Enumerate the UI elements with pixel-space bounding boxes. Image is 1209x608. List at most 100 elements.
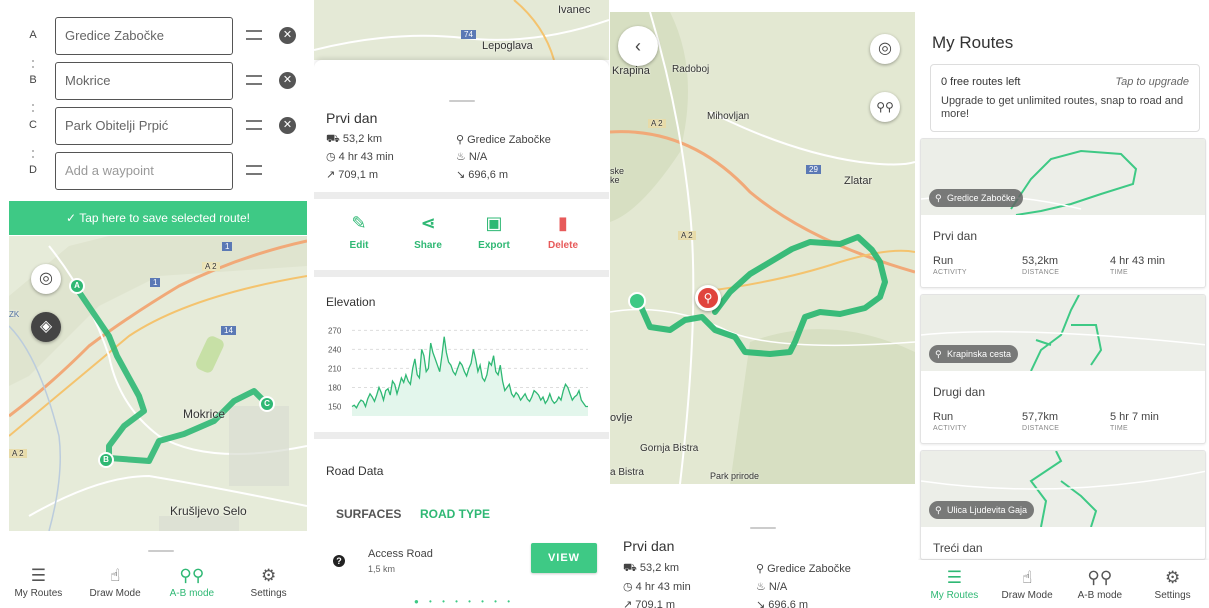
drag-handle-icon[interactable] <box>246 30 262 40</box>
page-indicator: ● • • • • • • • <box>414 597 514 606</box>
elevation-chart: 150 180 210 240 270 <box>328 326 588 416</box>
stat-descent: ↘ 696,6 m <box>756 598 808 608</box>
sheet-handle[interactable] <box>449 100 475 102</box>
nav-settings[interactable]: ⚙ Settings <box>230 558 307 608</box>
remove-waypoint-icon[interactable]: ✕ <box>279 72 296 89</box>
flame-icon: ♨ <box>756 581 769 593</box>
ab-route-icon: ⚲⚲ <box>179 566 205 585</box>
stat-calories-value: N/A <box>768 581 788 593</box>
waypoint-row-b: B Mokrice ✕ <box>0 62 307 102</box>
tab-surfaces[interactable]: SURFACES <box>336 507 401 521</box>
stat-calories: ♨ N/A <box>456 150 487 163</box>
drag-handle-icon[interactable] <box>246 75 262 85</box>
stat-start: ⚲ Gredice Zabočke <box>456 133 551 146</box>
route-title: Prvi dan <box>623 538 675 554</box>
drag-handle-icon[interactable] <box>246 120 262 130</box>
route-points-icon[interactable]: ⚲⚲ <box>870 92 900 122</box>
town-label-bistra: a Bistra <box>610 467 644 478</box>
tab-road-type[interactable]: ROAD TYPE <box>420 507 490 521</box>
stat-descent: ↘ 696,6 m <box>456 168 508 181</box>
route-thumbnail: Gredice Zabočke <box>921 139 1205 216</box>
y-tick-label: 270 <box>328 326 342 335</box>
pin-icon: ⚲ <box>756 563 768 575</box>
start-marker[interactable] <box>628 292 646 310</box>
stat-descent-value: 696,6 m <box>768 599 809 608</box>
nav-ab-mode[interactable]: ⚲⚲ A-B mode <box>1064 560 1137 608</box>
tap-to-upgrade-link[interactable]: Tap to upgrade <box>1115 76 1189 88</box>
waypoint-input-a[interactable]: Gredice Zabočke <box>55 17 233 55</box>
share-button[interactable]: ⋖ Share <box>396 210 460 251</box>
route-detail-map[interactable]: Ivanec Lepoglava 74 <box>314 0 609 60</box>
nav-label: A-B mode <box>1077 590 1123 601</box>
sheet-handle[interactable] <box>148 550 174 552</box>
save-route-bar[interactable]: ✓ Tap here to save selected route! <box>9 201 307 235</box>
marker-b[interactable]: B <box>98 452 114 468</box>
waypoint-input-c[interactable]: Park Obitelji Prpić <box>55 107 233 145</box>
layers-icon[interactable]: ◈ <box>31 312 61 342</box>
locate-icon[interactable]: ◎ <box>870 34 900 64</box>
nav-label: Draw Mode <box>89 588 141 599</box>
nav-label: My Routes <box>930 590 979 601</box>
nav-draw-mode[interactable]: ☝ Draw Mode <box>991 560 1064 608</box>
drag-handle-icon[interactable] <box>246 165 262 175</box>
marker-c[interactable]: C <box>259 396 275 412</box>
remove-waypoint-icon[interactable]: ✕ <box>279 27 296 44</box>
distance-label: DISTANCE <box>1022 425 1060 432</box>
route-summary-card: Prvi dan ⛟ 53,2 km ◷ 4 hr 43 min ↗ 709,1… <box>314 60 609 192</box>
full-map-svg <box>610 12 915 484</box>
ascent-icon: ↗ <box>623 599 636 608</box>
route-time: 5 hr 7 min <box>1110 411 1159 423</box>
nav-my-routes[interactable]: ☰ My Routes <box>918 560 991 608</box>
delete-label: Delete <box>547 240 578 251</box>
my-routes-screen: My Routes 0 free routes left Tap to upgr… <box>918 0 1209 608</box>
waypoint-row-d: D Add a waypoint <box>0 152 307 192</box>
road-label-text: A 2 <box>205 262 217 271</box>
delete-button[interactable]: ▮ Delete <box>531 210 595 251</box>
edit-button[interactable]: ✎ Edit <box>327 210 391 251</box>
back-arrow-icon[interactable]: ‹ <box>618 26 658 66</box>
route-card[interactable]: Gredice Zabočke Prvi dan Run 53,2km 4 hr… <box>920 138 1206 288</box>
nav-label: A-B mode <box>169 588 215 599</box>
stat-distance: ⛟ 53,2 km <box>326 133 382 147</box>
distance-icon: ⛟ <box>623 562 640 574</box>
pencil-icon: ✎ <box>351 213 367 233</box>
bottom-nav: ☰ My Routes ☝ Draw Mode ⚲⚲ A-B mode ⚙ Settin… <box>0 558 307 608</box>
nav-my-routes[interactable]: ☰ My Routes <box>0 558 77 608</box>
upgrade-card[interactable]: 0 free routes left Tap to upgrade Upgrad… <box>930 64 1200 132</box>
road-label: 14 <box>221 326 236 335</box>
road-label: 29 <box>806 165 821 174</box>
route-name: Treći dan <box>933 541 983 555</box>
gear-icon: ⚙ <box>1165 568 1181 587</box>
export-button[interactable]: ▣ Export <box>462 210 526 251</box>
road-label: A 2 <box>202 262 220 271</box>
route-activity: Run <box>933 255 954 267</box>
sheet-handle[interactable] <box>750 527 776 529</box>
y-tick-label: 210 <box>328 364 342 373</box>
nav-ab-mode[interactable]: ⚲⚲ A-B mode <box>154 558 231 608</box>
route-map[interactable]: A 2 1 1 14 A 2 ZK Mokrice Krušljevo Selo… <box>9 236 307 531</box>
stat-duration-value: 4 hr 43 min <box>635 581 691 593</box>
route-card[interactable]: Krapinska cesta Drugi dan Run 57,7km 5 h… <box>920 294 1206 444</box>
waypoint-input-b[interactable]: Mokrice <box>55 62 233 100</box>
waypoint-letter: B <box>29 74 37 86</box>
stat-duration-value: 4 hr 43 min <box>338 151 394 163</box>
nav-settings[interactable]: ⚙ Settings <box>1136 560 1209 608</box>
route-start-tag: Krapinska cesta <box>929 345 1019 363</box>
road-label: 1 <box>222 242 233 251</box>
nav-draw-mode[interactable]: ☝ Draw Mode <box>77 558 154 608</box>
export-label: Export <box>478 240 510 251</box>
stat-distance-value: 53,2 km <box>342 133 383 145</box>
clock-icon: ◷ <box>326 151 339 163</box>
marker-a[interactable]: A <box>69 278 85 294</box>
locate-icon[interactable]: ◎ <box>31 264 61 294</box>
full-map[interactable]: Krapina Radoboj Mihovljan Zlatar Gornja … <box>610 12 915 484</box>
list-icon: ☰ <box>30 566 46 585</box>
road-type-length: 1,5 km <box>368 564 396 574</box>
divider <box>314 192 609 199</box>
location-pin-icon[interactable]: ⚲ <box>695 285 721 311</box>
route-card[interactable]: Ulica Ljudevita Gaja Treći dan <box>920 450 1206 560</box>
remove-waypoint-icon[interactable]: ✕ <box>279 117 296 134</box>
route-detail-screen: Ivanec Lepoglava 74 Prvi dan ⛟ 53,2 km ◷… <box>314 0 609 608</box>
add-waypoint-input[interactable]: Add a waypoint <box>55 152 233 190</box>
view-button[interactable]: VIEW <box>531 543 597 573</box>
